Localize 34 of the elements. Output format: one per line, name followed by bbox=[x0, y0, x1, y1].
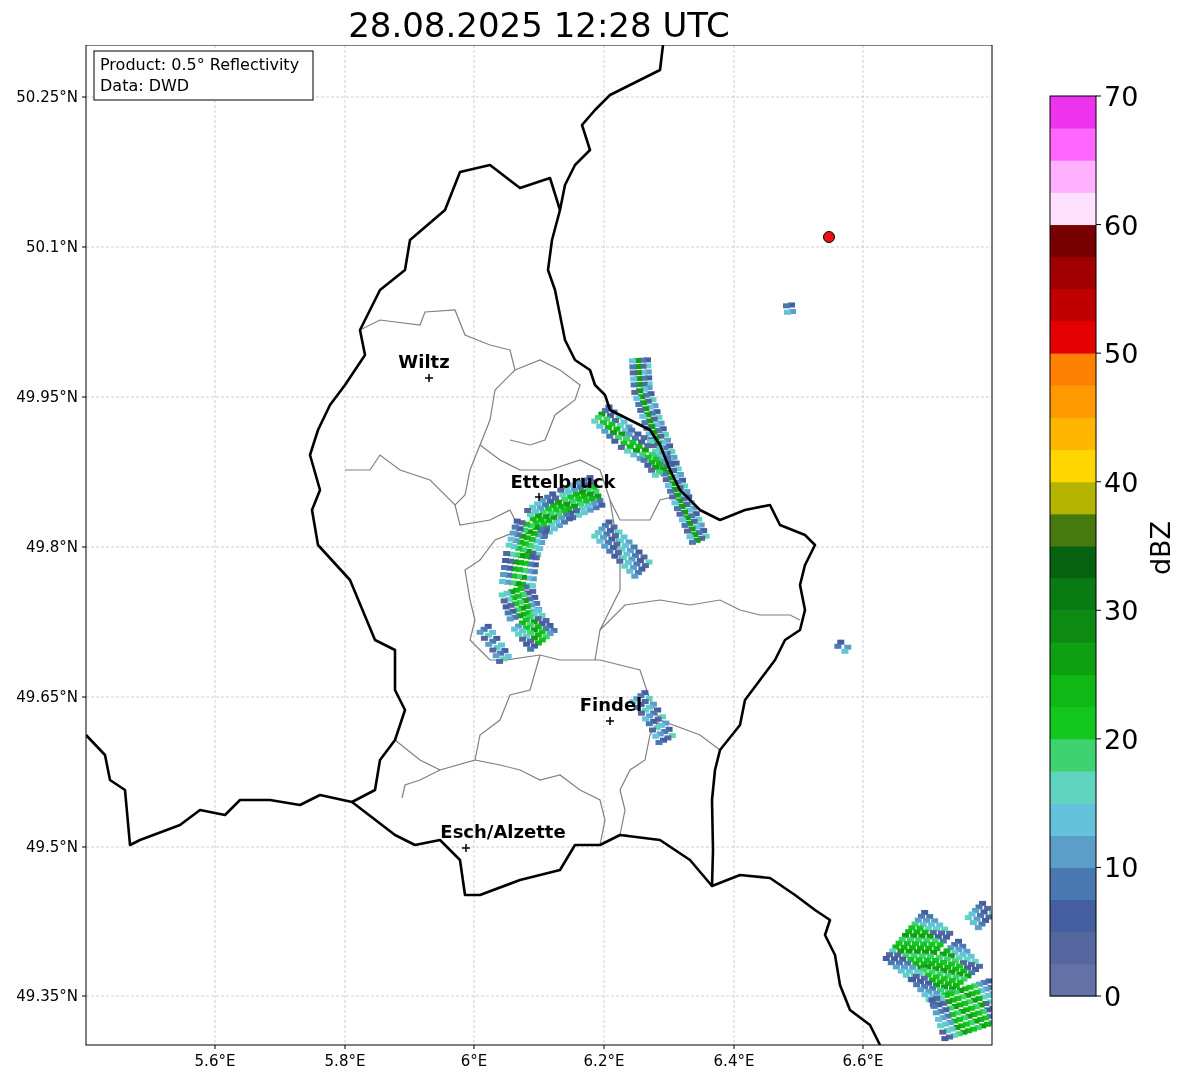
chart-title: 28.08.2025 12:28 UTC bbox=[348, 5, 730, 45]
latitude-label: 49.8°N bbox=[25, 538, 78, 556]
longitude-label: 5.8°E bbox=[324, 1052, 366, 1070]
latitude-label: 49.65°N bbox=[16, 688, 78, 706]
city-marker bbox=[424, 373, 434, 383]
longitude-label: 6.4°E bbox=[713, 1052, 755, 1070]
latitude-label: 49.95°N bbox=[16, 388, 78, 406]
city-marker bbox=[461, 843, 471, 853]
city-marker bbox=[605, 716, 615, 726]
info-text: Product: 0.5° Reflectivity bbox=[100, 55, 300, 74]
colorbar-tick-label: 30 bbox=[1104, 595, 1139, 627]
colorbar-tick-label: 60 bbox=[1104, 209, 1139, 241]
longitude-label: 6°E bbox=[460, 1052, 488, 1070]
colorbar-tick-label: 70 bbox=[1104, 81, 1139, 112]
colorbar-tick-label: 10 bbox=[1104, 852, 1139, 884]
longitude-label: 6.2°E bbox=[583, 1052, 625, 1070]
colorbar-label: dBZ bbox=[1145, 520, 1176, 576]
longitude-label: 5.6°E bbox=[194, 1052, 236, 1070]
radar-echo bbox=[834, 639, 852, 654]
latitude-label: 50.25°N bbox=[16, 88, 78, 106]
latitude-label: 49.5°N bbox=[25, 838, 78, 856]
city-marker bbox=[534, 492, 544, 502]
city-label: Wiltz bbox=[398, 351, 450, 372]
colorbar-tick-label: 0 bbox=[1104, 981, 1122, 1012]
radar-echo bbox=[783, 302, 796, 315]
radar-site-marker bbox=[823, 231, 835, 243]
latitude-label: 49.35°N bbox=[16, 987, 78, 1005]
colorbar-tick-label: 40 bbox=[1104, 466, 1139, 498]
city-label: Esch/Alzette bbox=[440, 821, 566, 842]
colorbar-tick-label: 50 bbox=[1104, 338, 1139, 370]
latitude-label: 50.1°N bbox=[25, 238, 78, 256]
info-text: Data: DWD bbox=[100, 76, 190, 95]
longitude-label: 6.6°E bbox=[842, 1052, 884, 1070]
colorbar-tick-label: 20 bbox=[1104, 723, 1139, 755]
